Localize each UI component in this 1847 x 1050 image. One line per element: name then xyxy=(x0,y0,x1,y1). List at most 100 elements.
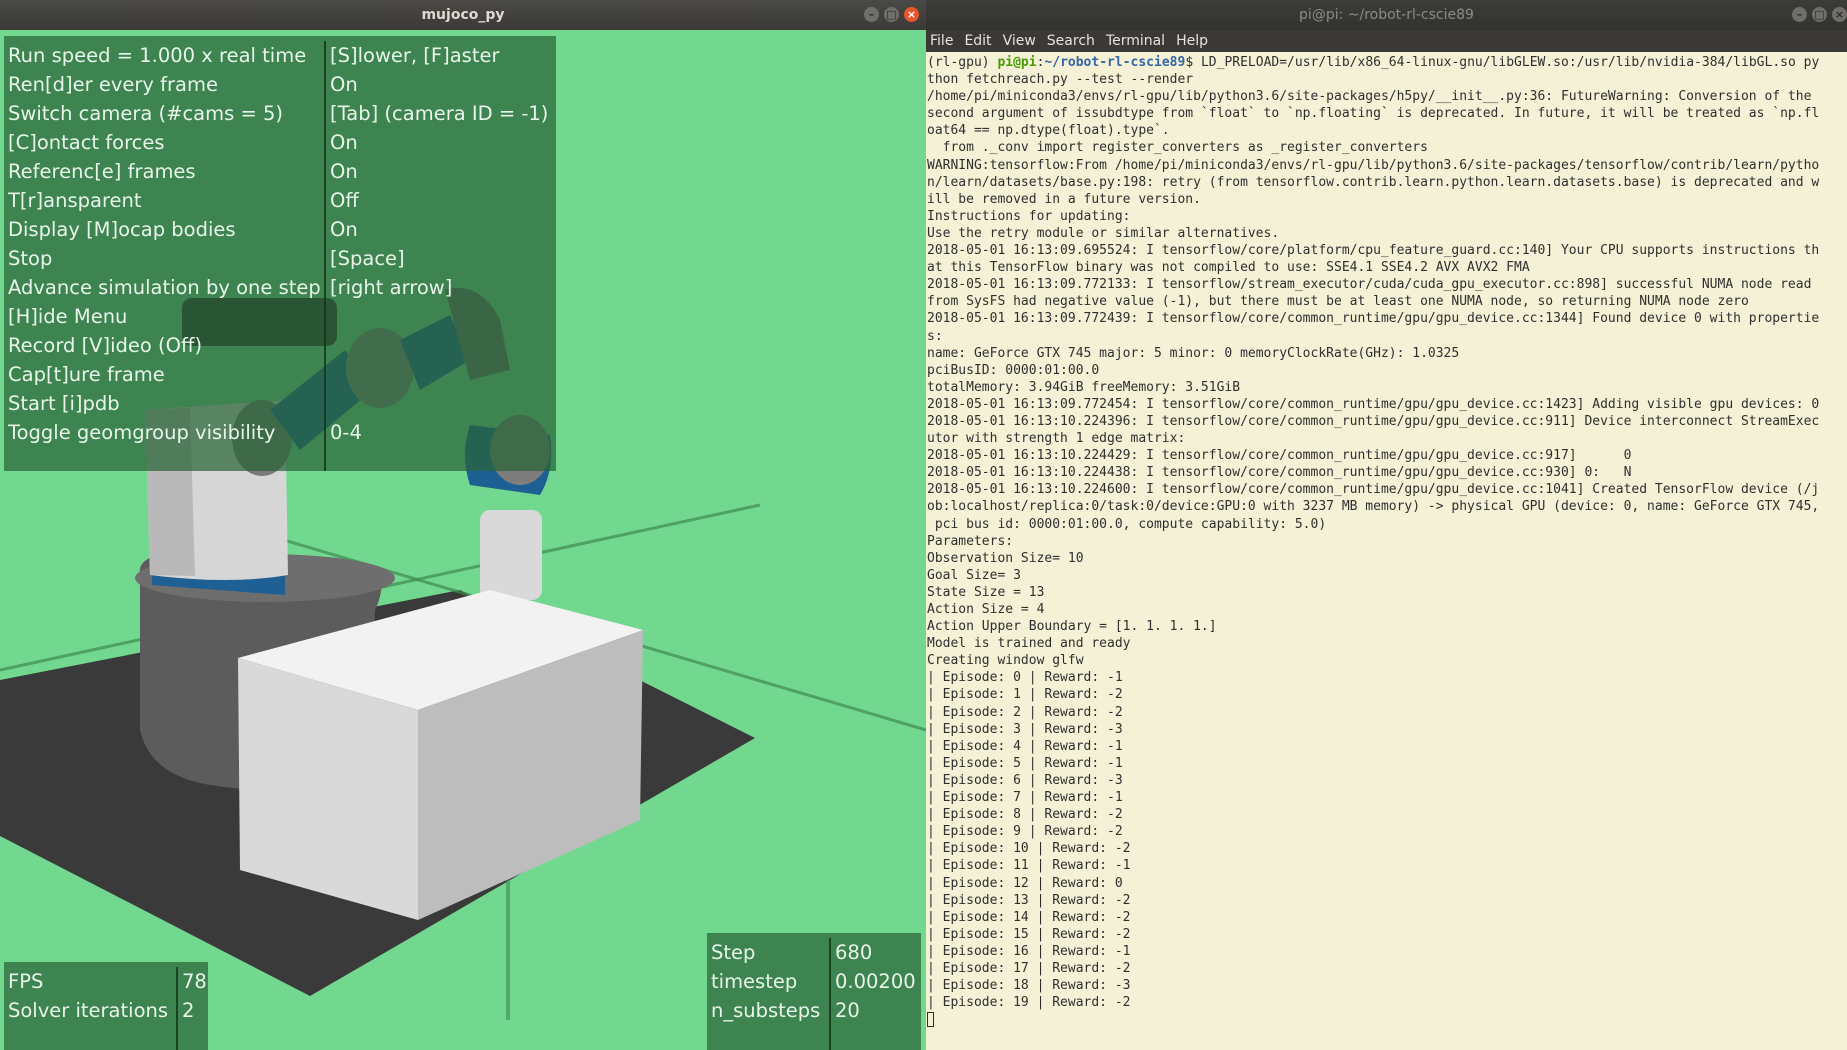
performance-overlay: FPS Solver iterations 78 2 xyxy=(4,962,208,1050)
menu-terminal[interactable]: Terminal xyxy=(1106,33,1165,49)
sim-key-1: timestep xyxy=(711,970,798,993)
menu-view[interactable]: View xyxy=(1003,33,1036,49)
terminal-line: Parameters: xyxy=(927,533,1014,549)
close-button[interactable]: × xyxy=(904,7,919,22)
terminal-line: | Episode: 1 | Reward: -2 xyxy=(927,687,1123,703)
menu-help[interactable]: Help xyxy=(1176,33,1208,49)
terminal-line: 2018-05-01 16:13:10.224600: I tensorflow… xyxy=(927,482,1820,498)
mujoco-window-title: mujoco_py xyxy=(421,7,505,23)
terminal-line: 2018-05-01 16:13:09.772133: I tensorflow… xyxy=(927,277,1812,293)
terminal-line: | Episode: 19 | Reward: -2 xyxy=(927,995,1131,1011)
sim-value-1: 0.00200 xyxy=(835,970,916,993)
terminal-line: | Episode: 8 | Reward: -2 xyxy=(927,807,1123,823)
sim-key-2: n_substeps xyxy=(711,999,821,1022)
terminal-line: | Episode: 10 | Reward: -2 xyxy=(927,841,1131,857)
viewer-menu-overlay: Run speed = 1.000 x real time Ren[d]er ev… xyxy=(4,36,556,471)
menu-item-value-5: Off xyxy=(330,189,359,212)
terminal-line: pci bus id: 0000:01:00.0, compute capabi… xyxy=(927,516,1327,532)
terminal-line: | Episode: 6 | Reward: -3 xyxy=(927,772,1123,788)
menu-item-value-13: 0-4 xyxy=(330,421,362,444)
terminal-line: | Episode: 0 | Reward: -1 xyxy=(927,670,1123,686)
menu-item-key-13: Toggle geomgroup visibility xyxy=(8,421,276,444)
terminal-line: | Episode: 15 | Reward: -2 xyxy=(927,926,1131,942)
terminal-line: at this TensorFlow binary was not compil… xyxy=(927,260,1530,276)
stat-value-1: 2 xyxy=(182,999,195,1022)
menu-item-value-1: On xyxy=(330,73,358,96)
terminal-line: second argument of issubdtype from `floa… xyxy=(927,106,1820,122)
terminal-line: oat64 == np.dtype(float).type`. xyxy=(927,123,1170,139)
menu-item-key-12: Start [i]pdb xyxy=(8,392,120,415)
menu-search[interactable]: Search xyxy=(1047,33,1095,49)
terminal-text: (rl-gpu) pi@pi:~/robot-rl-cscie89$ LD_PR… xyxy=(927,54,1843,1011)
performance-values-column: 78 2 xyxy=(176,967,208,1050)
menu-item-value-7: [Space] xyxy=(330,247,405,270)
menu-item-value-12 xyxy=(330,389,556,418)
terminal-cursor xyxy=(927,1011,934,1027)
terminal-line: 2018-05-01 16:13:10.224396: I tensorflow… xyxy=(927,413,1820,429)
terminal-line: | Episode: 4 | Reward: -1 xyxy=(927,738,1123,754)
terminal-line: Model is trained and ready xyxy=(927,636,1131,652)
terminal-line: | Episode: 16 | Reward: -1 xyxy=(927,943,1131,959)
terminal-line: | Episode: 7 | Reward: -1 xyxy=(927,790,1123,806)
stat-key-1: Solver iterations xyxy=(8,999,169,1022)
performance-keys-column: FPS Solver iterations xyxy=(8,967,176,1025)
maximize-button[interactable]: □ xyxy=(884,7,899,22)
terminal-line: 2018-05-01 16:13:09.695524: I tensorflow… xyxy=(927,243,1820,259)
terminal-line: name: GeForce GTX 745 major: 5 minor: 0 … xyxy=(927,345,1460,361)
menu-keys-column: Run speed = 1.000 x real time Ren[d]er ev… xyxy=(8,41,326,447)
terminal-line: /home/pi/miniconda3/envs/rl-gpu/lib/pyth… xyxy=(927,89,1812,105)
menu-item-key-10: Record [V]ideo (Off) xyxy=(8,334,203,357)
menu-item-key-3: [C]ontact forces xyxy=(8,131,165,154)
stat-value-0: 78 xyxy=(182,970,207,993)
prompt-env: (rl-gpu) xyxy=(927,55,998,70)
menu-edit[interactable]: Edit xyxy=(964,33,991,49)
terminal-minimize-button[interactable]: – xyxy=(1792,7,1807,22)
terminal-line: Observation Size= 10 xyxy=(927,550,1084,566)
terminal-line: ob:localhost/replica:0/task:0/device:GPU… xyxy=(927,499,1820,515)
terminal-maximize-button[interactable]: □ xyxy=(1812,7,1827,22)
terminal-titlebar[interactable]: pi@pi: ~/robot-rl-cscie89 – □ × xyxy=(926,0,1847,30)
menu-item-key-9: [H]ide Menu xyxy=(8,305,128,328)
terminal-line: 2018-05-01 16:13:09.772454: I tensorflow… xyxy=(927,396,1820,412)
prompt-command: LD_PRELOAD=/usr/lib/x86_64-linux-gnu/lib… xyxy=(1200,55,1820,70)
terminal-line: Action Upper Boundary = [1. 1. 1. 1.] xyxy=(927,619,1217,635)
menu-item-value-11 xyxy=(330,360,556,389)
menu-item-key-6: Display [M]ocap bodies xyxy=(8,218,236,241)
terminal-line: | Episode: 9 | Reward: -2 xyxy=(927,824,1123,840)
terminal-line: | Episode: 18 | Reward: -3 xyxy=(927,978,1131,994)
terminal-output-area[interactable]: (rl-gpu) pi@pi:~/robot-rl-cscie89$ LD_PR… xyxy=(926,52,1847,1050)
menu-item-key-7: Stop xyxy=(8,247,53,270)
terminal-line: s: xyxy=(927,328,943,344)
terminal-line: utor with strength 1 edge matrix: xyxy=(927,431,1186,447)
terminal-line: State Size = 13 xyxy=(927,584,1045,600)
menu-item-key-0: Run speed = 1.000 x real time xyxy=(8,44,307,67)
menu-item-value-9 xyxy=(330,302,556,331)
terminal-line: | Episode: 5 | Reward: -1 xyxy=(927,755,1123,771)
sim-key-0: Step xyxy=(711,941,756,964)
minimize-button[interactable]: – xyxy=(864,7,879,22)
terminal-line: | Episode: 12 | Reward: 0 xyxy=(927,875,1123,891)
mujoco-titlebar[interactable]: mujoco_py – □ × xyxy=(0,0,926,30)
terminal-line: Instructions for updating: xyxy=(927,208,1131,224)
terminal-line: | Episode: 3 | Reward: -3 xyxy=(927,721,1123,737)
terminal-close-button[interactable]: × xyxy=(1832,7,1847,22)
terminal-line: 2018-05-01 16:13:10.224438: I tensorflow… xyxy=(927,465,1632,481)
menu-item-key-8: Advance simulation by one step xyxy=(8,276,321,299)
stat-key-0: FPS xyxy=(8,970,44,993)
terminal-line: WARNING:tensorflow:From /home/pi/minicon… xyxy=(927,157,1820,173)
menu-item-key-5: T[r]ansparent xyxy=(8,189,142,212)
terminal-line: Use the retry module or similar alternat… xyxy=(927,225,1280,241)
terminal-line: thon fetchreach.py --test --render xyxy=(927,72,1194,88)
terminal-line: | Episode: 2 | Reward: -2 xyxy=(927,704,1123,720)
terminal-line: | Episode: 13 | Reward: -2 xyxy=(927,892,1131,908)
simulation-viewport[interactable]: Run speed = 1.000 x real time Ren[d]er ev… xyxy=(0,30,926,1050)
terminal-window[interactable]: pi@pi: ~/robot-rl-cscie89 – □ × File Edi… xyxy=(926,0,1847,1050)
menu-item-key-4: Referenc[e] frames xyxy=(8,160,196,183)
menu-file[interactable]: File xyxy=(930,33,953,49)
menu-item-value-10 xyxy=(330,331,556,360)
terminal-line: from SysFS had negative value (-1), but … xyxy=(927,294,1749,310)
terminal-menubar: File Edit View Search Terminal Help xyxy=(926,30,1847,52)
terminal-line: 2018-05-01 16:13:10.224429: I tensorflow… xyxy=(927,448,1632,464)
mujoco-viewer-window[interactable]: mujoco_py – □ × Run speed = 1.000 x real… xyxy=(0,0,926,1050)
menu-item-key-2: Switch camera (#cams = 5) xyxy=(8,102,284,125)
